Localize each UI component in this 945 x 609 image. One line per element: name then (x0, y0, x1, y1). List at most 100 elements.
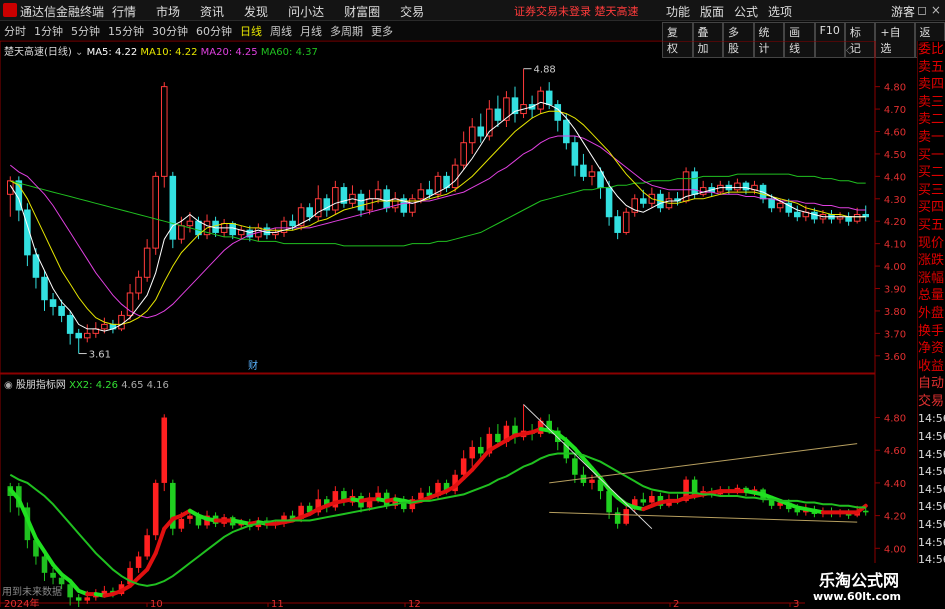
candle-body (58, 305, 65, 316)
trade-status[interactable]: 证券交易未登录 楚天高速 (514, 3, 639, 19)
candle-body (263, 227, 271, 236)
candle-body (545, 90, 553, 106)
quote-label-16: 换手 (918, 323, 945, 339)
quote-label-17: 净资 (918, 341, 945, 357)
candle-body (332, 187, 339, 211)
candle-body (622, 211, 630, 233)
period-tab-9[interactable]: 多周期 (330, 23, 363, 39)
menu-item-0[interactable]: 行情 (112, 3, 136, 20)
candle-body (186, 220, 194, 227)
sub-bar (606, 491, 612, 513)
ma5-legend: MA5: 4.22 (86, 47, 138, 58)
lower-panel-item-9: 14:56 (918, 535, 945, 549)
period-tab-10[interactable]: 更多 (371, 23, 393, 39)
sub-bar (589, 479, 595, 483)
sub-ytick-label: 4.80 (884, 414, 906, 425)
candle-body (143, 247, 151, 278)
sub-ytick-label: 4.40 (884, 479, 906, 490)
low-label: 3.61 (89, 350, 111, 361)
period-tab-4[interactable]: 30分钟 (152, 23, 188, 39)
candle-body (468, 126, 476, 144)
trendline[interactable] (549, 511, 858, 523)
chart-area[interactable]: 3.60 3.70 3.80 3.90 4.00 4.10 4.20 4.30 4.40 4.50… (0, 41, 917, 607)
sub-value-2: 4.65 (121, 380, 144, 391)
sub-bar (460, 458, 467, 475)
sub-ytick-label: 4.00 (884, 544, 906, 555)
sub-bar (50, 572, 56, 578)
chevron-down-icon[interactable]: ⌄ (75, 47, 83, 58)
date-label: 2 (673, 599, 679, 607)
chart-title: 楚天高速(日线) (4, 47, 72, 58)
period-tab-2[interactable]: 5分钟 (71, 23, 100, 39)
period-tab-5[interactable]: 60分钟 (196, 23, 232, 39)
candle-body (614, 216, 621, 233)
quote-label-2: 卖四 (918, 77, 945, 93)
candle-body (451, 164, 459, 189)
top-right-item-2[interactable]: 公式 (734, 3, 758, 20)
period-tab-3[interactable]: 15分钟 (108, 23, 144, 39)
main-ytick-label: 4.00 (884, 262, 906, 273)
date-label: 10 (150, 599, 163, 607)
quote-label-14: 总量 (918, 288, 945, 304)
sub-bar (178, 518, 185, 529)
candle-body (101, 323, 108, 330)
lower-panel-item-4: 14:56 (918, 447, 945, 461)
candle-body (49, 299, 57, 307)
trendline[interactable] (549, 443, 858, 484)
candle-body (742, 182, 750, 191)
sub-bar (41, 556, 48, 573)
candle-body (537, 90, 544, 110)
lower-panel-item-8: 14:56 (918, 518, 945, 532)
sub-ytick-label: 4.20 (884, 512, 906, 523)
candle-body (118, 314, 125, 330)
period-tab-6[interactable]: 日线 (240, 23, 262, 39)
watermark: 乐淘公式网 www.60lt.com (805, 563, 945, 609)
finance-marker[interactable]: 财 (248, 359, 258, 372)
quote-label-1: 卖五 (918, 59, 945, 75)
menu-item-3[interactable]: 发现 (244, 3, 268, 20)
period-tab-0[interactable]: 分时 (4, 23, 26, 39)
top-right-item-1[interactable]: 版面 (700, 3, 724, 20)
quote-label-7: 买二 (918, 165, 945, 181)
app-title: 通达信金融终端 (20, 5, 105, 19)
menu-item-5[interactable]: 财富圈 (344, 3, 380, 20)
main-menu: 行情 市场 资讯 发现 问小达 财富圈 交易 (112, 3, 424, 20)
lower-panel-item-5: 14:56 (918, 465, 945, 479)
candle-body (160, 86, 168, 177)
quote-label-6: 买一 (918, 147, 945, 163)
trendline[interactable] (523, 404, 653, 530)
future-data-note: 用到未来数据 (2, 587, 62, 598)
period-tab-1[interactable]: 1分钟 (34, 23, 63, 39)
candle-body (357, 193, 365, 211)
lower-panel-item-2: 14:56 (918, 412, 945, 426)
period-tab-7[interactable]: 周线 (270, 23, 292, 39)
menu-item-1[interactable]: 市场 (156, 3, 180, 20)
main-frame (0, 41, 876, 374)
high-label: 4.88 (534, 65, 556, 76)
settings-diamond-icon[interactable]: ◇ (846, 45, 854, 56)
top-right-item-3[interactable]: 选项 (768, 3, 792, 20)
candle-body (383, 189, 390, 209)
quote-label-9: 买四 (918, 200, 945, 216)
menu-item-6[interactable]: 交易 (400, 3, 424, 20)
candle-body (152, 175, 159, 249)
main-ytick-label: 4.10 (884, 240, 906, 251)
sub-bar (187, 515, 193, 519)
menu-item-2[interactable]: 资讯 (200, 3, 224, 20)
candle-body (691, 171, 698, 195)
candle-body (135, 276, 142, 294)
menu-item-4[interactable]: 问小达 (288, 3, 324, 20)
quote-label-13: 涨幅 (918, 270, 945, 286)
sub-bar (152, 482, 159, 536)
sub-bar (477, 446, 484, 454)
top-right-item-0[interactable]: 功能 (666, 3, 690, 20)
watermark-url: www.60lt.com (813, 590, 902, 603)
main-ytick-label: 4.40 (884, 172, 906, 183)
period-tab-8[interactable]: 月线 (300, 23, 322, 39)
main-ytick-label: 3.70 (884, 329, 906, 340)
indicator-icon[interactable]: ◉ (4, 380, 13, 391)
sub-legend: ◉ 股朋指标网 XX2: 4.26 4.65 4.16 (4, 376, 169, 391)
lower-panel-item-7: 14:56 (918, 500, 945, 514)
quote-label-10: 买五 (918, 217, 945, 233)
window-controls[interactable]: - ◻ × (909, 3, 941, 17)
